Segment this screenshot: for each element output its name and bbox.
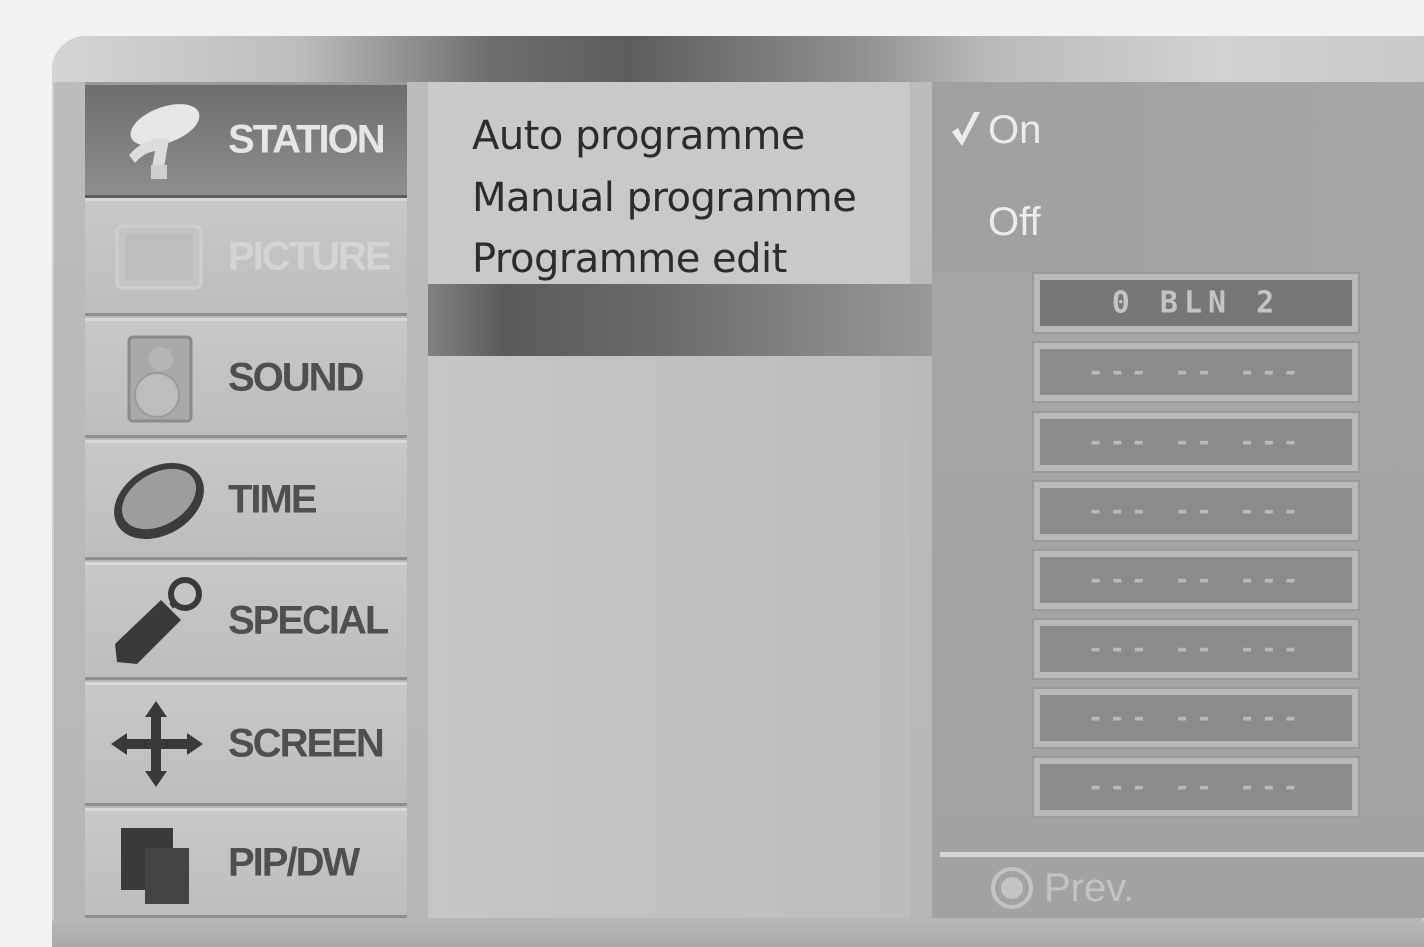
category-picture[interactable]: PICTURE bbox=[85, 198, 407, 316]
checkmark-icon bbox=[952, 112, 980, 146]
clock-icon bbox=[114, 463, 204, 539]
category-screen[interactable]: SCREEN bbox=[85, 682, 407, 806]
programme-name: --- -- --- bbox=[1087, 772, 1305, 802]
category-label: SPECIAL bbox=[228, 598, 389, 643]
programme-name: --- -- --- bbox=[1087, 427, 1305, 457]
programme-name: 0 BLN 2 bbox=[1111, 285, 1281, 321]
programme-slot[interactable]: --- -- --- bbox=[1032, 618, 1360, 680]
submenu-selection-highlight bbox=[428, 284, 940, 356]
programme-name: --- -- --- bbox=[1087, 634, 1305, 664]
prev-label: Prev. bbox=[1044, 866, 1135, 910]
pip-icon bbox=[121, 828, 189, 904]
satellite-dish-icon bbox=[129, 104, 200, 179]
menu-top-bar bbox=[52, 36, 1424, 82]
category-label: TIME bbox=[228, 477, 318, 522]
speaker-icon bbox=[127, 335, 193, 423]
tv-icon bbox=[115, 224, 203, 290]
submenu-item-programme-edit[interactable]: Programme edit bbox=[472, 239, 787, 279]
menu-bottom-bar bbox=[52, 921, 1424, 947]
submenu-item-manual-programme[interactable]: Manual programme bbox=[472, 178, 857, 218]
programme-slot[interactable]: --- -- --- bbox=[1032, 480, 1360, 542]
submenu-item-auto-programme[interactable]: Auto programme bbox=[472, 116, 805, 156]
footer-divider bbox=[940, 852, 1424, 857]
programme-name: --- -- --- bbox=[1087, 565, 1305, 595]
programme-slot[interactable]: --- -- --- bbox=[1032, 411, 1360, 473]
category-label: SOUND bbox=[228, 355, 364, 400]
category-special[interactable]: SPECIAL bbox=[85, 562, 407, 680]
programme-name: --- -- --- bbox=[1087, 703, 1305, 733]
category-station[interactable]: STATION bbox=[85, 82, 407, 198]
tag-icon bbox=[115, 577, 202, 664]
category-label: SCREEN bbox=[228, 721, 385, 766]
category-pip-dw[interactable]: PIP/DW bbox=[85, 808, 407, 918]
category-label: PICTURE bbox=[228, 234, 392, 279]
category-time[interactable]: TIME bbox=[85, 440, 407, 560]
category-label: PIP/DW bbox=[228, 840, 360, 885]
category-sound[interactable]: SOUND bbox=[85, 318, 407, 438]
prev-button[interactable]: Prev. bbox=[990, 866, 1134, 910]
programme-slot[interactable]: 0 BLN 2 bbox=[1032, 272, 1360, 334]
programme-slot[interactable]: --- -- --- bbox=[1032, 756, 1360, 818]
category-label: STATION bbox=[228, 117, 386, 162]
submenu-panel: Auto programme Manual programme Programm… bbox=[428, 82, 910, 284]
programme-name: --- -- --- bbox=[1087, 357, 1305, 387]
submenu-empty-area bbox=[428, 356, 910, 918]
option-on[interactable]: On bbox=[988, 110, 1041, 150]
programme-slot[interactable]: --- -- --- bbox=[1032, 341, 1360, 403]
programme-slot[interactable]: --- -- --- bbox=[1032, 687, 1360, 749]
ok-button-icon bbox=[991, 867, 1033, 909]
move-arrows-icon bbox=[111, 701, 203, 787]
option-off[interactable]: Off bbox=[988, 202, 1041, 242]
programme-slot[interactable]: --- -- --- bbox=[1032, 549, 1360, 611]
programme-name: --- -- --- bbox=[1087, 496, 1305, 526]
